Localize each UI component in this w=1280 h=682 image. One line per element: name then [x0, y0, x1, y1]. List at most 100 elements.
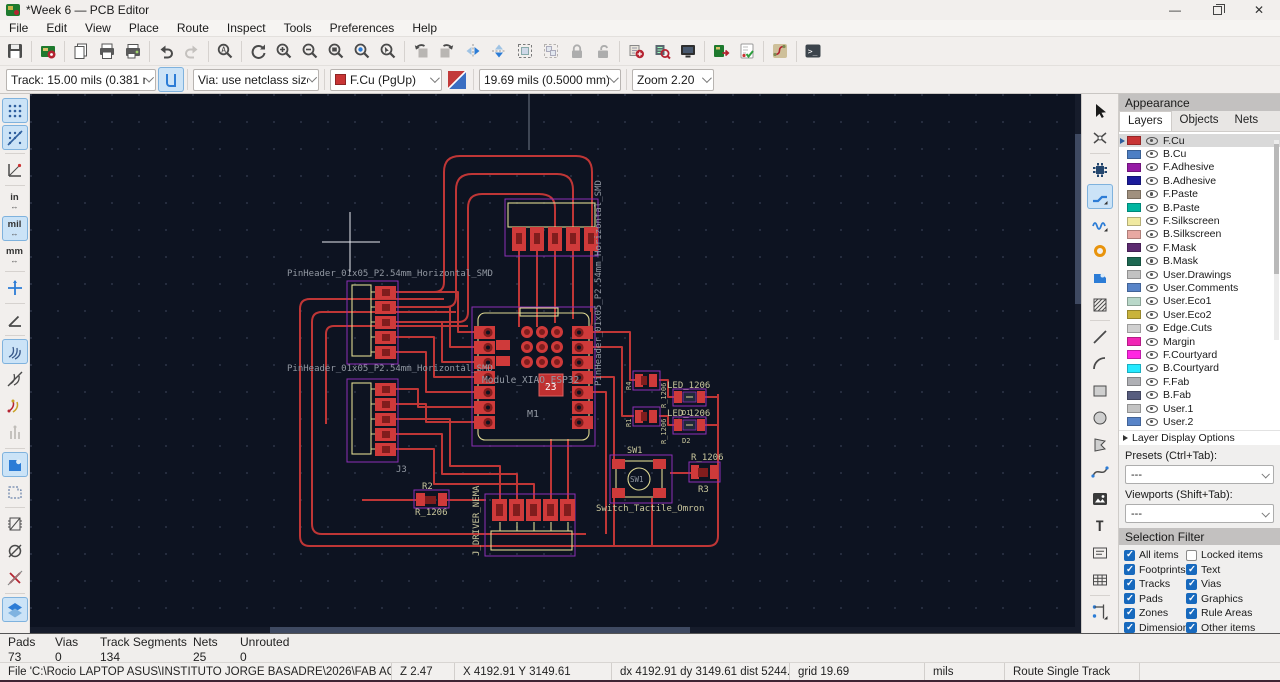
layer-color-swatch[interactable] — [1127, 296, 1141, 306]
checkbox[interactable] — [1124, 607, 1135, 619]
layer-row[interactable]: B.Paste — [1119, 201, 1280, 214]
menu-help[interactable]: Help — [403, 20, 446, 36]
visibility-eye-icon[interactable] — [1146, 230, 1158, 239]
layer-color-swatch[interactable] — [1127, 310, 1141, 320]
select-arrow-button[interactable] — [1087, 98, 1113, 123]
save-button[interactable] — [2, 39, 28, 64]
zoom-selection-button[interactable] — [375, 39, 401, 64]
draw-rectangle-button[interactable] — [1087, 378, 1113, 403]
group-button[interactable] — [512, 39, 538, 64]
undo-button[interactable] — [153, 39, 179, 64]
highlight-net-button[interactable] — [1087, 125, 1113, 150]
checkbox[interactable] — [1124, 622, 1135, 634]
add-zone-button[interactable] — [1087, 265, 1113, 290]
tab-objects[interactable]: Objects — [1172, 111, 1227, 131]
layer-row[interactable]: User.Comments — [1119, 281, 1280, 294]
board-setup-button[interactable] — [35, 39, 61, 64]
draw-circle-button[interactable] — [1087, 405, 1113, 430]
add-rule-area-button[interactable] — [1087, 292, 1113, 317]
scrollbar-thumb[interactable] — [1075, 134, 1081, 304]
zoom-fit-page-button[interactable] — [323, 39, 349, 64]
visibility-eye-icon[interactable] — [1146, 190, 1158, 199]
layer-color-swatch[interactable] — [1127, 243, 1141, 253]
checkbox[interactable] — [1186, 549, 1197, 561]
angle-mode-button[interactable] — [2, 307, 28, 332]
layer-color-swatch[interactable] — [1127, 189, 1141, 199]
3d-viewer-button[interactable] — [675, 39, 701, 64]
plot-button[interactable] — [120, 39, 146, 64]
add-textbox-button[interactable] — [1087, 540, 1113, 565]
ratsnest-hidden-button[interactable] — [2, 366, 28, 391]
visibility-eye-icon[interactable] — [1146, 217, 1158, 226]
layer-color-swatch[interactable] — [1127, 404, 1141, 413]
ratsnest-curved-button[interactable] — [2, 393, 28, 418]
layer-row[interactable]: B.Fab — [1119, 388, 1280, 401]
zone-outline-button[interactable] — [2, 479, 28, 504]
layer-row[interactable]: User.1 — [1119, 402, 1280, 415]
layer-row[interactable]: B.Silkscreen — [1119, 228, 1280, 241]
layer-color-swatch[interactable] — [1127, 203, 1141, 213]
menu-place[interactable]: Place — [120, 20, 168, 36]
zoom-fit-objects-button[interactable] — [349, 39, 375, 64]
draw-bezier-button[interactable] — [1087, 459, 1113, 484]
add-via-button[interactable] — [1087, 238, 1113, 263]
filter-zones[interactable]: Zones — [1124, 607, 1186, 619]
full-crosshair-button[interactable] — [2, 275, 28, 300]
print-button[interactable] — [94, 39, 120, 64]
zoom-out-button[interactable] — [297, 39, 323, 64]
add-footprint-button[interactable] — [1087, 157, 1113, 182]
layer-color-swatch[interactable] — [1127, 283, 1141, 293]
layer-pair-button[interactable] — [444, 67, 470, 92]
checkbox[interactable] — [1124, 564, 1135, 576]
via-size-dropdown[interactable]: Via: use netclass sizes — [193, 68, 319, 91]
filter-pads[interactable]: Pads — [1124, 593, 1186, 605]
layer-color-swatch[interactable] — [1127, 363, 1141, 373]
units-mm-button[interactable]: mm — [2, 243, 28, 268]
tab-layers[interactable]: Layers — [1119, 111, 1172, 131]
layer-row[interactable]: User.2 — [1119, 415, 1280, 428]
layer-color-swatch[interactable] — [1127, 149, 1141, 159]
redo-button[interactable] — [179, 39, 205, 64]
checkbox[interactable] — [1186, 564, 1197, 576]
high-contrast-button[interactable] — [1, 597, 28, 622]
layer-color-swatch[interactable] — [1127, 216, 1141, 226]
menu-preferences[interactable]: Preferences — [321, 20, 404, 36]
visibility-eye-icon[interactable] — [1146, 324, 1158, 333]
checkbox[interactable] — [1124, 578, 1135, 590]
visibility-eye-icon[interactable] — [1146, 391, 1158, 400]
refresh-view-button[interactable] — [245, 39, 271, 64]
layer-color-swatch[interactable] — [1127, 162, 1141, 172]
visibility-eye-icon[interactable] — [1146, 203, 1158, 212]
menu-inspect[interactable]: Inspect — [218, 20, 275, 36]
visibility-eye-icon[interactable] — [1146, 283, 1158, 292]
track-posture-button[interactable] — [158, 67, 184, 92]
footprint-sketch-button[interactable] — [2, 511, 28, 536]
canvas-vertical-scrollbar[interactable] — [1075, 94, 1081, 633]
polar-coords-button[interactable] — [2, 157, 28, 182]
track-width-dropdown[interactable]: Track: 15.00 mils (0.381 mm) — [6, 68, 156, 91]
filter-graphics[interactable]: Graphics — [1186, 593, 1278, 605]
net-inspector-button[interactable] — [767, 39, 793, 64]
lock-button[interactable] — [564, 39, 590, 64]
pad-sketch-button[interactable] — [2, 538, 28, 563]
checkbox[interactable] — [1186, 593, 1197, 605]
layer-color-swatch[interactable] — [1127, 323, 1141, 333]
units-mils-button[interactable]: mil — [1, 216, 28, 241]
draw-line-button[interactable] — [1087, 324, 1113, 349]
presets-dropdown[interactable]: --- — [1125, 465, 1274, 484]
layer-display-options[interactable]: Layer Display Options — [1119, 430, 1280, 445]
rotate-ccw-button[interactable] — [408, 39, 434, 64]
tab-nets[interactable]: Nets — [1227, 111, 1267, 131]
checkbox[interactable] — [1124, 549, 1135, 561]
scrollbar-thumb[interactable] — [1274, 144, 1279, 274]
rotate-cw-button[interactable] — [434, 39, 460, 64]
layer-row[interactable]: B.Mask — [1119, 255, 1280, 268]
menu-edit[interactable]: Edit — [37, 20, 76, 36]
draw-arc-button[interactable] — [1087, 351, 1113, 376]
layer-color-swatch[interactable] — [1127, 390, 1141, 400]
layer-list-scrollbar[interactable] — [1274, 140, 1279, 340]
visibility-eye-icon[interactable] — [1146, 310, 1158, 319]
exchange-footprints-button[interactable] — [623, 39, 649, 64]
grid-dropdown[interactable]: 19.69 mils (0.5000 mm) — [479, 68, 621, 91]
ratsnest-visible-button[interactable] — [1, 339, 28, 364]
